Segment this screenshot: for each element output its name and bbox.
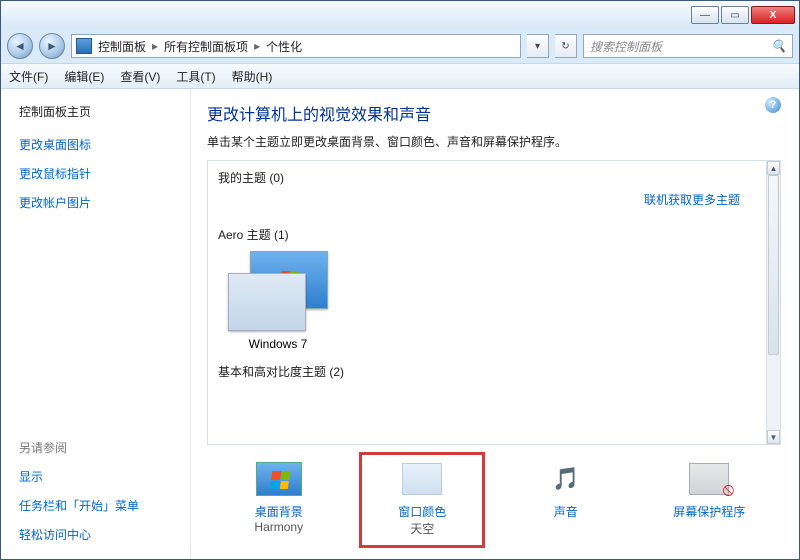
main-panel: ? 更改计算机上的视觉效果和声音 单击某个主题立即更改桌面背景、窗口颜色、声音和…: [191, 89, 799, 559]
refresh-button[interactable]: ↻: [555, 34, 577, 58]
theme-thumbnail: [228, 251, 328, 331]
page-instruction: 单击某个主题立即更改桌面背景、窗口颜色、声音和屏幕保护程序。: [207, 133, 781, 150]
menu-bar: 文件(F) 编辑(E) 查看(V) 工具(T) 帮助(H): [1, 63, 799, 89]
screensaver-icon: [689, 463, 729, 495]
sounds-icon: 🎵: [552, 466, 579, 492]
address-dropdown[interactable]: ▾: [527, 34, 549, 58]
breadcrumb-part[interactable]: 所有控制面板项: [164, 38, 248, 55]
desktop-background-icon: [256, 462, 302, 496]
maximize-button[interactable]: ▭: [721, 6, 749, 24]
window-color-link[interactable]: 窗口颜色 天空: [362, 455, 482, 545]
breadcrumb-part[interactable]: 控制面板: [98, 38, 146, 55]
address-bar[interactable]: 控制面板 ▸ 所有控制面板项 ▸ 个性化: [71, 34, 521, 58]
search-placeholder: 搜索控制面板: [590, 38, 662, 55]
breadcrumb-sep: ▸: [254, 39, 260, 53]
search-icon[interactable]: 🔍: [771, 39, 786, 53]
menu-help[interactable]: 帮助(H): [232, 68, 273, 85]
help-icon[interactable]: ?: [765, 97, 781, 113]
sounds-link[interactable]: 🎵 声音: [506, 455, 626, 545]
page-title: 更改计算机上的视觉效果和声音: [207, 101, 781, 125]
close-button[interactable]: X: [751, 6, 795, 24]
sidebar-seealso-taskbar[interactable]: 任务栏和「开始」菜单: [19, 497, 180, 514]
titlebar[interactable]: — ▭ X: [1, 1, 799, 29]
sounds-title: 声音: [510, 503, 622, 520]
screensaver-link[interactable]: 屏幕保护程序: [649, 455, 769, 545]
desktop-background-link[interactable]: 桌面背景 Harmony: [219, 455, 339, 545]
settings-row: 桌面背景 Harmony 窗口颜色 天空 🎵 声音 屏幕保护程序: [207, 445, 781, 551]
scroll-thumb[interactable]: [768, 175, 779, 355]
window-frame: — ▭ X ◄ ► 控制面板 ▸ 所有控制面板项 ▸ 个性化 ▾ ↻ 搜索控制面…: [0, 0, 800, 560]
window-color-icon: [402, 463, 442, 495]
section-my-themes: 我的主题 (0): [218, 169, 756, 186]
forward-button[interactable]: ►: [39, 33, 65, 59]
menu-tools[interactable]: 工具(T): [176, 68, 215, 85]
section-aero-themes: Aero 主题 (1): [218, 226, 756, 243]
breadcrumb-sep: ▸: [152, 39, 158, 53]
minimize-button[interactable]: —: [691, 6, 719, 24]
sidebar: 控制面板主页 更改桌面图标 更改鼠标指针 更改帐户图片 另请参阅 显示 任务栏和…: [1, 89, 191, 559]
desktop-background-value: Harmony: [223, 520, 335, 534]
back-button[interactable]: ◄: [7, 33, 33, 59]
section-basic-themes: 基本和高对比度主题 (2): [218, 363, 756, 380]
sidebar-home-link[interactable]: 控制面板主页: [19, 103, 180, 120]
window-color-value: 天空: [366, 520, 478, 537]
menu-edit[interactable]: 编辑(E): [64, 68, 104, 85]
sidebar-seealso-ease[interactable]: 轻松访问中心: [19, 526, 180, 543]
navigation-bar: ◄ ► 控制面板 ▸ 所有控制面板项 ▸ 个性化 ▾ ↻ 搜索控制面板 🔍: [1, 29, 799, 63]
scrollbar[interactable]: ▲ ▼: [766, 161, 780, 444]
sidebar-task-mouse-pointer[interactable]: 更改鼠标指针: [19, 165, 180, 182]
scroll-up-button[interactable]: ▲: [767, 161, 780, 175]
menu-file[interactable]: 文件(F): [9, 68, 48, 85]
window-color-title: 窗口颜色: [366, 503, 478, 520]
theme-item-windows7[interactable]: Windows 7: [218, 251, 338, 351]
control-panel-icon: [76, 38, 92, 54]
desktop-background-title: 桌面背景: [223, 503, 335, 520]
theme-name: Windows 7: [249, 337, 308, 351]
sidebar-task-desktop-icons[interactable]: 更改桌面图标: [19, 136, 180, 153]
sidebar-seealso-display[interactable]: 显示: [19, 468, 180, 485]
sidebar-task-account-picture[interactable]: 更改帐户图片: [19, 194, 180, 211]
breadcrumb-part[interactable]: 个性化: [266, 38, 302, 55]
search-input[interactable]: 搜索控制面板 🔍: [583, 34, 793, 58]
screensaver-title: 屏幕保护程序: [653, 503, 765, 520]
themes-list: 我的主题 (0) 联机获取更多主题 Aero 主题 (1) Windows 7 …: [207, 160, 781, 445]
content-area: 控制面板主页 更改桌面图标 更改鼠标指针 更改帐户图片 另请参阅 显示 任务栏和…: [1, 89, 799, 559]
scroll-down-button[interactable]: ▼: [767, 430, 780, 444]
menu-view[interactable]: 查看(V): [120, 68, 160, 85]
sidebar-seealso-heading: 另请参阅: [19, 439, 180, 456]
get-more-themes-link[interactable]: 联机获取更多主题: [644, 191, 740, 208]
